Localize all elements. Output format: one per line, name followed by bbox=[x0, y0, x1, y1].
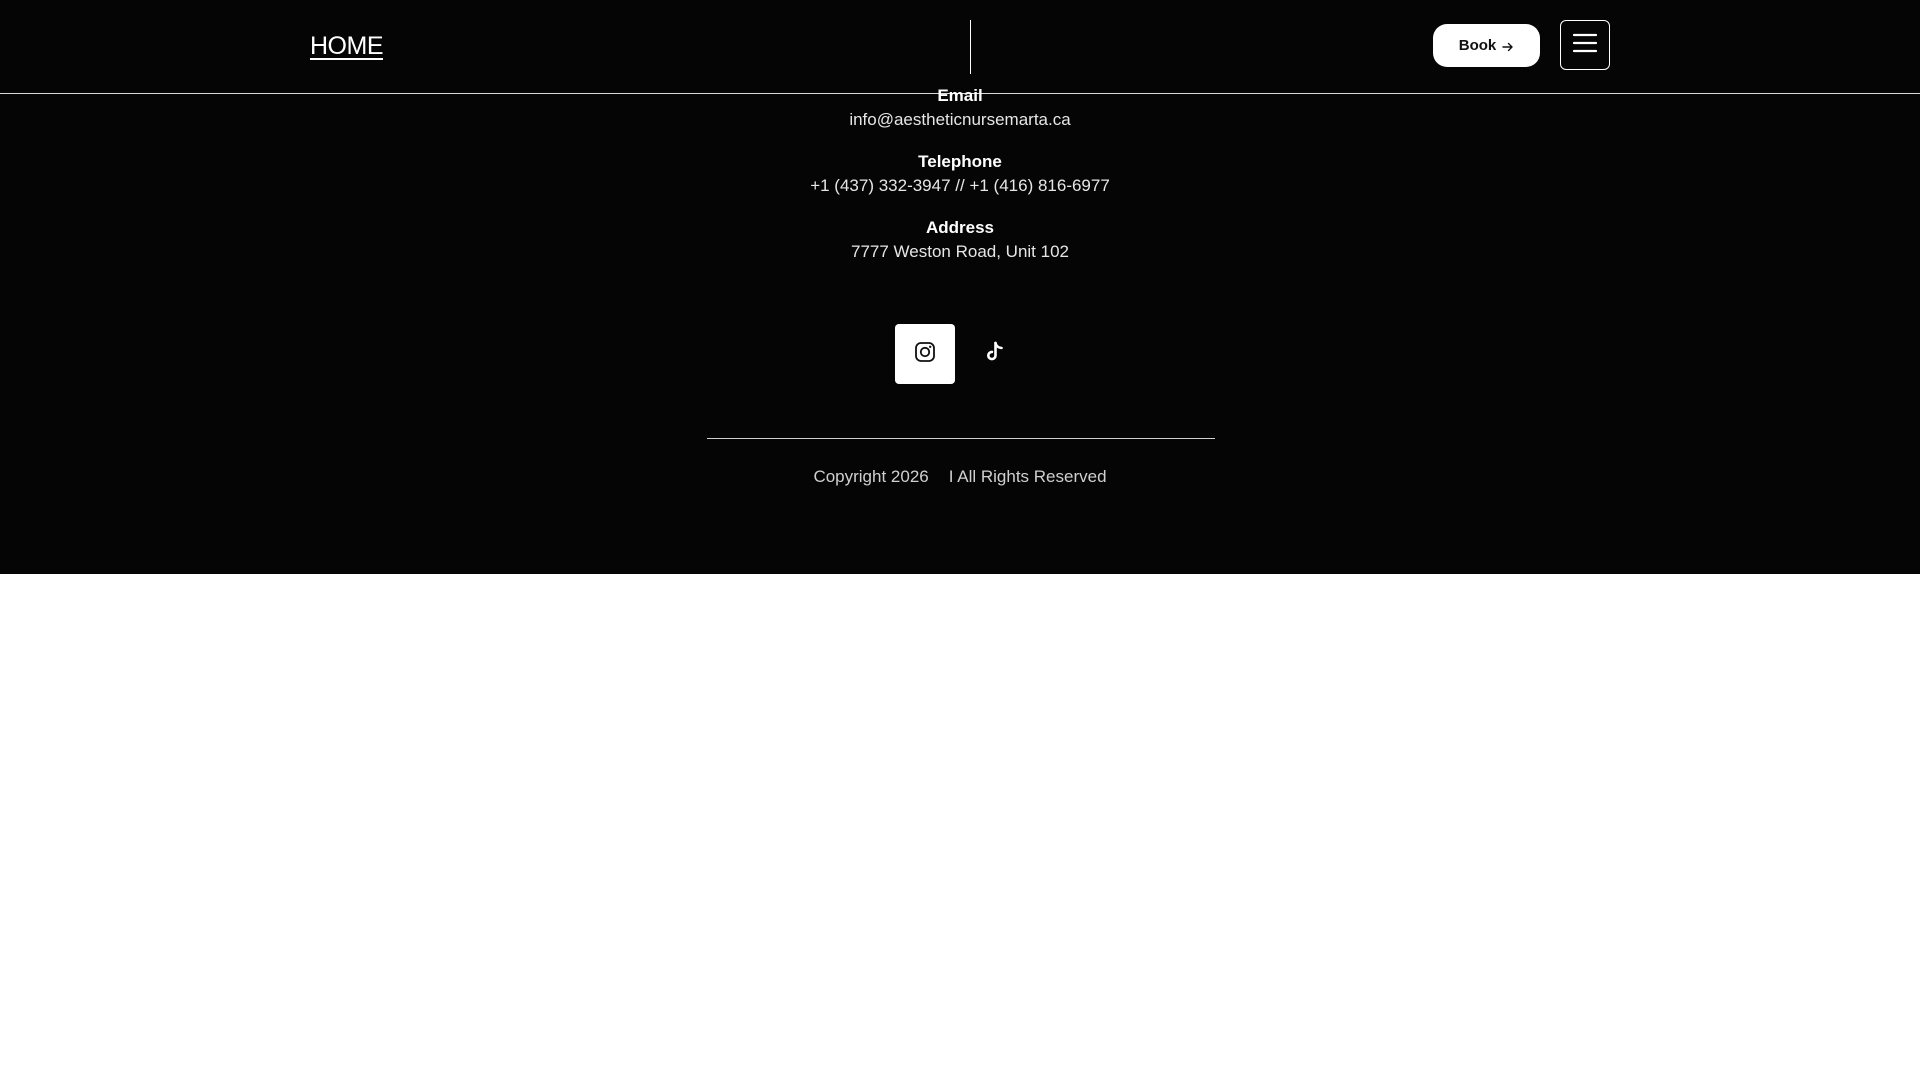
instagram-icon bbox=[914, 341, 936, 368]
site-header: HOME Book bbox=[0, 0, 1920, 94]
copyright-text: Copyright 2026 bbox=[813, 467, 929, 486]
address-block: Address 7777 Weston Road, Unit 102 bbox=[0, 217, 1920, 263]
telephone-value[interactable]: +1 (437) 332-3947 // +1 (416) 816-6977 bbox=[0, 175, 1920, 197]
address-heading: Address bbox=[925, 218, 995, 237]
hamburger-menu-icon bbox=[1572, 32, 1598, 59]
book-button-label: Book bbox=[1458, 37, 1497, 54]
footer-section: HOME Book Email info@aestheticnursemarta… bbox=[0, 0, 1920, 574]
address-value: 7777 Weston Road, Unit 102 bbox=[851, 242, 1069, 261]
email-heading: Email bbox=[937, 86, 983, 105]
arrow-right-icon bbox=[1502, 40, 1514, 52]
header-divider bbox=[970, 20, 971, 74]
instagram-link[interactable] bbox=[895, 324, 955, 384]
footer-divider bbox=[707, 438, 1215, 439]
copyright-row: Copyright 2026 I All Rights Reserved bbox=[0, 466, 1920, 488]
tiktok-icon bbox=[985, 341, 1005, 368]
telephone-heading: Telephone bbox=[918, 152, 1002, 171]
email-block: Email info@aestheticnursemarta.ca bbox=[0, 85, 1920, 131]
rights-text: I All Rights Reserved bbox=[948, 467, 1107, 486]
home-link[interactable]: HOME bbox=[310, 32, 384, 61]
book-button[interactable]: Book bbox=[1433, 24, 1540, 67]
social-links bbox=[0, 324, 1920, 384]
telephone-block: Telephone +1 (437) 332-3947 // +1 (416) … bbox=[0, 151, 1920, 197]
menu-button[interactable] bbox=[1560, 20, 1610, 70]
tiktok-link[interactable] bbox=[965, 324, 1025, 384]
email-value[interactable]: info@aestheticnursemarta.ca bbox=[0, 109, 1920, 131]
